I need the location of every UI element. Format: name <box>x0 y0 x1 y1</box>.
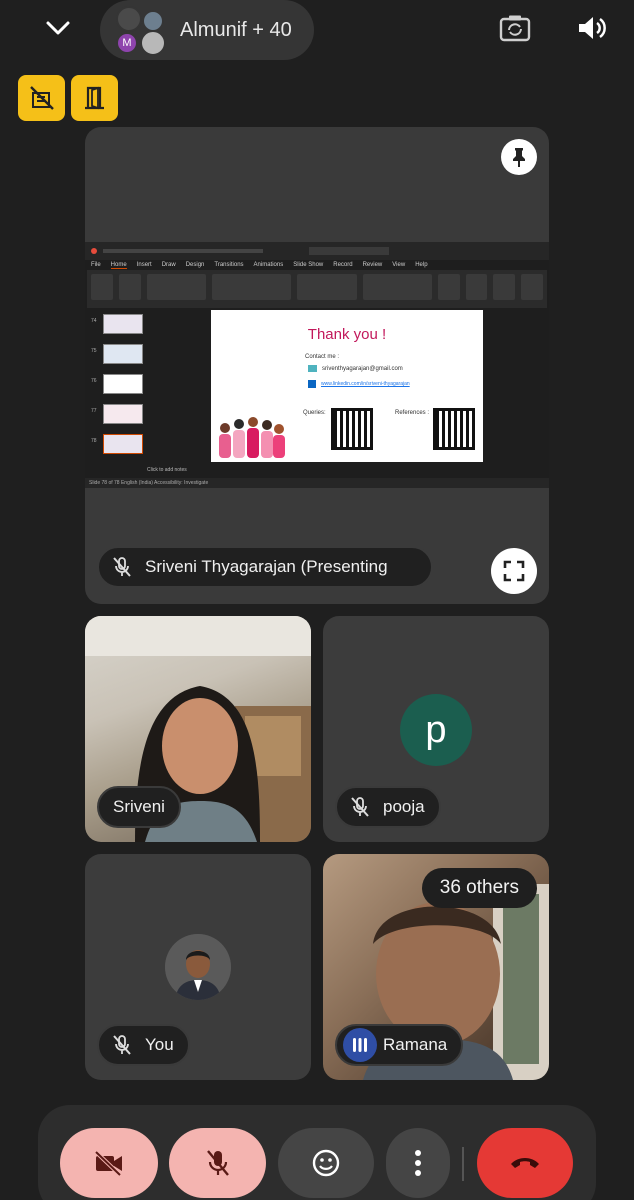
pin-icon <box>513 148 525 167</box>
mic-off-icon <box>113 557 131 577</box>
participant-name-pill: pooja <box>335 786 441 828</box>
participant-tile-sriveni[interactable]: Sriveni <box>85 616 311 842</box>
mic-off-icon <box>113 1035 131 1055</box>
presenter-name-pill: Sriveni Thyagarajan (Presenting <box>97 546 433 588</box>
linkedin-row: www.linkedin.com/in/sriveni-thyagarajan <box>308 380 410 388</box>
participant-name: Sriveni <box>113 797 165 816</box>
more-options-button[interactable] <box>386 1128 450 1198</box>
more-vertical-icon <box>415 1150 421 1176</box>
participant-tile-ramana[interactable]: 36 others Ramana <box>323 854 549 1080</box>
shared-screen: File Home Insert Draw Design Transitions… <box>85 242 549 488</box>
collapse-chevron-button[interactable] <box>38 10 78 46</box>
mic-off-indicator <box>105 550 139 584</box>
participant-name: You <box>145 1035 174 1054</box>
speaking-indicator <box>343 1028 377 1062</box>
audio-level-icon <box>353 1038 367 1052</box>
hang-up-icon <box>511 1158 539 1168</box>
others-count-badge[interactable]: 36 others <box>421 868 537 908</box>
qr-code <box>433 408 475 450</box>
ppt-ribbon <box>87 270 547 308</box>
avatar <box>116 6 142 32</box>
participant-tile-pooja[interactable]: p pooja <box>323 616 549 842</box>
avatar: M <box>116 32 138 54</box>
ppt-statusbar: Slide 78 of 78 English (India) Accessibi… <box>85 478 549 488</box>
mic-off-indicator <box>343 790 377 824</box>
reactions-button[interactable] <box>278 1128 374 1198</box>
volume-icon <box>579 17 606 39</box>
fullscreen-button[interactable] <box>491 548 537 594</box>
queries-label: Queries: <box>303 410 326 416</box>
contact-label: Contact me : <box>305 354 340 360</box>
participant-tile-you[interactable]: You <box>85 854 311 1080</box>
ppt-menu: File Home Insert Draw Design Transitions… <box>91 261 428 269</box>
emoji-icon <box>312 1149 340 1177</box>
ppt-titlebar <box>85 242 549 260</box>
slide-title: Thank you ! <box>307 326 387 343</box>
end-call-button[interactable] <box>477 1128 573 1198</box>
door-icon <box>84 86 104 110</box>
speaker-button[interactable] <box>572 10 612 46</box>
hand-off-button[interactable] <box>18 75 65 121</box>
mic-off-indicator <box>105 1028 139 1062</box>
switch-camera-icon <box>499 15 531 42</box>
camera-toggle-button[interactable] <box>60 1128 158 1198</box>
participant-name-pill: Ramana <box>335 1024 464 1066</box>
door-button[interactable] <box>71 75 118 121</box>
chevron-down-icon <box>46 21 70 35</box>
video-off-icon <box>94 1150 122 1177</box>
participant-name-pill: You <box>97 1024 190 1066</box>
qr-code <box>331 408 373 450</box>
references-label: References : <box>395 410 430 416</box>
participant-name-pill: Sriveni <box>97 786 181 828</box>
switch-camera-button[interactable] <box>495 10 535 46</box>
mic-off-icon <box>351 797 369 817</box>
controls-divider <box>462 1147 464 1181</box>
pin-button[interactable] <box>501 139 537 175</box>
notes-placeholder: Click to add notes <box>147 467 187 473</box>
fullscreen-icon <box>503 560 525 582</box>
microphone-toggle-button[interactable] <box>169 1128 266 1198</box>
current-slide: Thank you ! Contact me : sriventhyagaraj… <box>211 310 483 462</box>
women-illustration <box>219 417 285 458</box>
avatar <box>142 10 164 32</box>
avatar <box>165 934 231 1000</box>
lock-off-icon <box>29 86 54 110</box>
avatar <box>140 30 166 56</box>
profile-photo <box>165 934 231 1000</box>
slide-thumbnails: 74 75 76 77 78 <box>91 314 143 464</box>
meeting-participants-pill[interactable]: M Almunif + 40 <box>100 0 314 60</box>
presentation-tile[interactable]: File Home Insert Draw Design Transitions… <box>85 127 549 604</box>
email-row: sriventhyagarajan@gmail.com <box>308 365 403 372</box>
mail-icon <box>308 365 317 372</box>
presenter-name: Sriveni Thyagarajan (Presenting <box>145 557 388 576</box>
linkedin-icon <box>308 380 316 388</box>
participant-name: Ramana <box>383 1035 448 1054</box>
participant-name: pooja <box>383 797 425 816</box>
participant-avatars: M <box>110 4 172 56</box>
avatar: p <box>400 694 472 766</box>
mic-off-icon <box>206 1150 229 1176</box>
meeting-title: Almunif + 40 <box>180 18 292 41</box>
